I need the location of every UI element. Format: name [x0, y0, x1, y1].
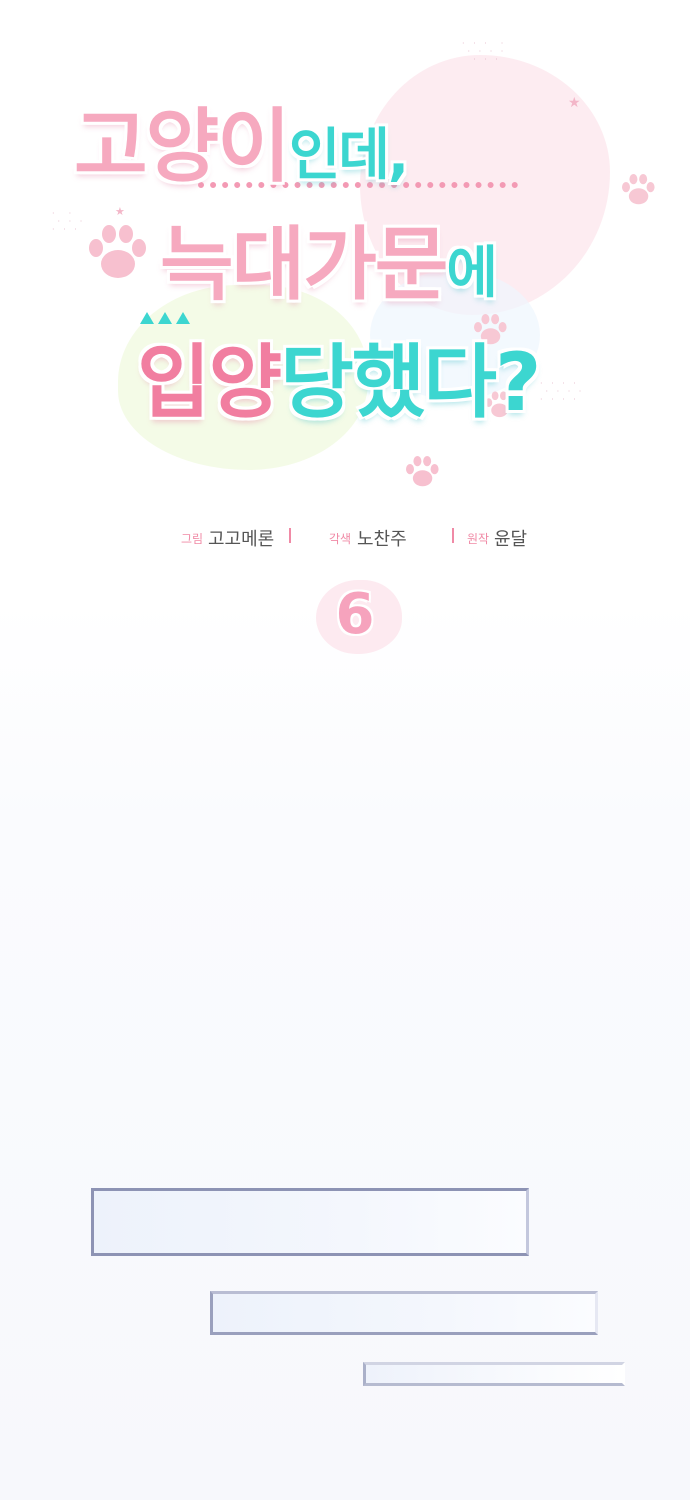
- credits: 그림 고고메론 각색 노찬주 원작 윤달: [0, 523, 690, 549]
- glass-bar-decoration: [91, 1188, 529, 1256]
- sparkle-dots-decoration: · · · · · · · · · · · ·: [540, 379, 585, 404]
- title-line-1: 고양이인데,: [74, 82, 409, 198]
- paw-print-icon: [89, 225, 146, 278]
- credit-separator: [289, 528, 291, 543]
- star-icon: ★: [568, 95, 581, 111]
- original-name: 윤달: [494, 529, 528, 549]
- title-text: 인데,: [288, 123, 409, 188]
- sparkle-dots-decoration: · · · · · · · · · · ·: [462, 39, 507, 64]
- title-text: 당했다?: [280, 336, 541, 429]
- title-line-2: 늑대가문에: [160, 200, 498, 316]
- adapt-name: 노찬주: [357, 529, 407, 549]
- glass-bar-decoration: [210, 1291, 598, 1335]
- title-text: 입양: [137, 336, 282, 429]
- title-text: 늑대가문: [160, 218, 448, 311]
- paw-print-icon: [406, 456, 439, 487]
- art-label: 그림: [181, 532, 204, 546]
- episode-number: 6: [335, 582, 375, 647]
- title-text: 고양이: [74, 100, 291, 193]
- adapt-label: 각색: [329, 532, 352, 546]
- art-name: 고고메론: [208, 529, 275, 549]
- title-text: 에: [446, 241, 498, 306]
- credit-separator: [452, 528, 454, 543]
- original-label: 원작: [467, 532, 490, 546]
- sparkle-dots-decoration: · · · · · · · ·: [52, 209, 86, 234]
- glass-bar-decoration: [363, 1362, 625, 1386]
- title-line-3: 입양당했다?: [137, 318, 541, 434]
- paw-print-icon: [622, 174, 655, 205]
- star-icon: ★: [115, 205, 125, 218]
